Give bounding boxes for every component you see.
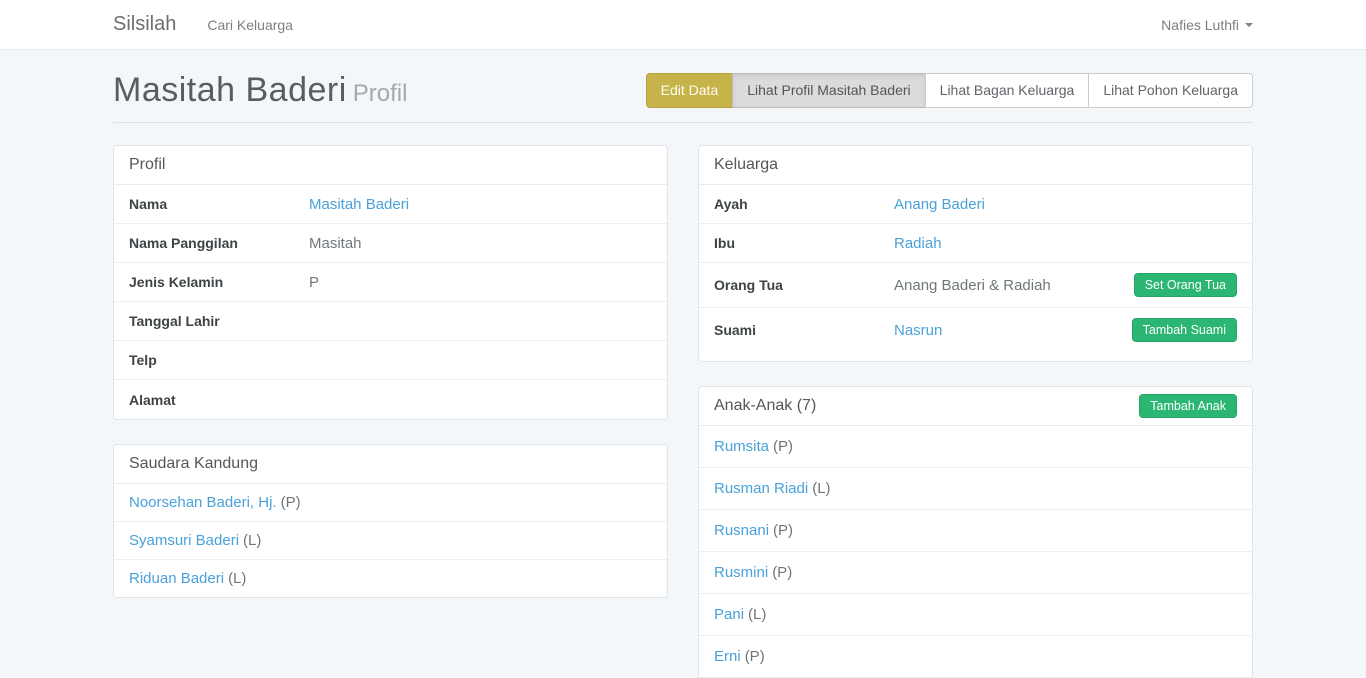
gender-label: (L): [812, 480, 830, 497]
view-family-tree-button[interactable]: Lihat Pohon Keluarga: [1088, 73, 1253, 108]
profil-row-telp: Telp: [114, 341, 667, 380]
field-label: Orang Tua: [714, 277, 894, 293]
list-item: Rumsita(P): [699, 426, 1252, 468]
view-profile-button[interactable]: Lihat Profil Masitah Baderi: [732, 73, 925, 108]
child-link[interactable]: Rusnani: [714, 522, 769, 539]
list-item: Rusman Riadi(L): [699, 468, 1252, 510]
child-link[interactable]: Erni: [714, 648, 741, 665]
profil-row-alamat: Alamat: [114, 380, 667, 419]
list-item: Rusnani(P): [699, 510, 1252, 552]
anak-anak-card-header: Anak-Anak (7) Tambah Anak: [699, 387, 1252, 426]
field-label: Nama Panggilan: [129, 235, 309, 251]
user-name: Nafies Luthfi: [1161, 17, 1239, 33]
nav-link-cari-keluarga[interactable]: Cari Keluarga: [207, 17, 293, 33]
profil-row-jenis-kelamin: Jenis Kelamin P: [114, 263, 667, 302]
top-navbar: Silsilah Cari Keluarga Nafies Luthfi: [0, 0, 1366, 50]
keluarga-row-orang-tua: Orang Tua Anang Baderi & Radiah Set Oran…: [699, 263, 1252, 308]
child-link[interactable]: Rusmini: [714, 564, 768, 581]
keluarga-row-suami: Suami Nasrun Tambah Suami: [699, 308, 1252, 352]
anak-anak-card-title: Anak-Anak (7): [714, 397, 816, 415]
keluarga-card: Keluarga Ayah Anang Baderi Ibu Radiah Or…: [698, 145, 1253, 362]
saudara-kandung-card-header: Saudara Kandung: [114, 445, 667, 484]
list-item: Erni(P): [699, 636, 1252, 678]
child-link[interactable]: Rumsita: [714, 438, 769, 455]
caret-down-icon: [1245, 23, 1253, 27]
ayah-link[interactable]: Anang Baderi: [894, 196, 985, 213]
saudara-kandung-card: Saudara Kandung Noorsehan Baderi, Hj.(P)…: [113, 444, 668, 598]
field-label: Alamat: [129, 392, 309, 408]
gender-label: (P): [772, 564, 792, 581]
field-value: Masitah: [309, 235, 652, 252]
profil-card: Profil Nama Masitah Baderi Nama Panggila…: [113, 145, 668, 420]
tambah-anak-button[interactable]: Tambah Anak: [1139, 394, 1237, 418]
nama-link[interactable]: Masitah Baderi: [309, 196, 409, 213]
gender-label: (L): [243, 532, 261, 549]
keluarga-card-header: Keluarga: [699, 146, 1252, 185]
user-menu[interactable]: Nafies Luthfi: [1161, 17, 1253, 33]
field-label: Telp: [129, 352, 309, 368]
field-value: P: [309, 274, 652, 291]
page-title: Masitah Baderi: [113, 71, 347, 109]
list-item: Riduan Baderi(L): [114, 560, 667, 597]
field-label: Jenis Kelamin: [129, 274, 309, 290]
saudara-kandung-card-title: Saudara Kandung: [129, 455, 258, 473]
view-family-chart-button[interactable]: Lihat Bagan Keluarga: [925, 73, 1090, 108]
edit-data-button[interactable]: Edit Data: [646, 73, 734, 108]
field-value: Anang Baderi & Radiah: [894, 277, 1051, 294]
gender-label: (L): [228, 570, 246, 587]
page-subtitle: Profil: [353, 80, 408, 107]
profil-row-nama-panggilan: Nama Panggilan Masitah: [114, 224, 667, 263]
field-label: Ibu: [714, 235, 894, 251]
tambah-suami-button[interactable]: Tambah Suami: [1132, 318, 1237, 342]
profil-card-header: Profil: [114, 146, 667, 185]
profil-row-nama: Nama Masitah Baderi: [114, 185, 667, 224]
keluarga-row-ibu: Ibu Radiah: [699, 224, 1252, 263]
page-header: Masitah BaderiProfil Edit Data Lihat Pro…: [113, 71, 1253, 123]
child-link[interactable]: Pani: [714, 606, 744, 623]
suami-link[interactable]: Nasrun: [894, 322, 942, 339]
profil-card-title: Profil: [129, 156, 165, 174]
sibling-link[interactable]: Syamsuri Baderi: [129, 532, 239, 549]
profil-row-tanggal-lahir: Tanggal Lahir: [114, 302, 667, 341]
sibling-link[interactable]: Noorsehan Baderi, Hj.: [129, 494, 277, 511]
profile-actions-group: Edit Data Lihat Profil Masitah Baderi Li…: [646, 73, 1253, 108]
child-link[interactable]: Rusman Riadi: [714, 480, 808, 497]
field-label: Tanggal Lahir: [129, 313, 309, 329]
set-orang-tua-button[interactable]: Set Orang Tua: [1134, 273, 1237, 297]
brand-link[interactable]: Silsilah: [113, 13, 176, 36]
list-item: Rusmini(P): [699, 552, 1252, 594]
keluarga-row-ayah: Ayah Anang Baderi: [699, 185, 1252, 224]
gender-label: (P): [773, 522, 793, 539]
ibu-link[interactable]: Radiah: [894, 235, 942, 252]
gender-label: (L): [748, 606, 766, 623]
gender-label: (P): [773, 438, 793, 455]
list-item: Pani(L): [699, 594, 1252, 636]
field-label: Nama: [129, 196, 309, 212]
field-label: Suami: [714, 322, 894, 338]
sibling-link[interactable]: Riduan Baderi: [129, 570, 224, 587]
list-item: Noorsehan Baderi, Hj.(P): [114, 484, 667, 522]
gender-label: (P): [745, 648, 765, 665]
anak-anak-card: Anak-Anak (7) Tambah Anak Rumsita(P) Rus…: [698, 386, 1253, 678]
field-label: Ayah: [714, 196, 894, 212]
keluarga-card-title: Keluarga: [714, 156, 778, 174]
gender-label: (P): [281, 494, 301, 511]
list-item: Syamsuri Baderi(L): [114, 522, 667, 560]
